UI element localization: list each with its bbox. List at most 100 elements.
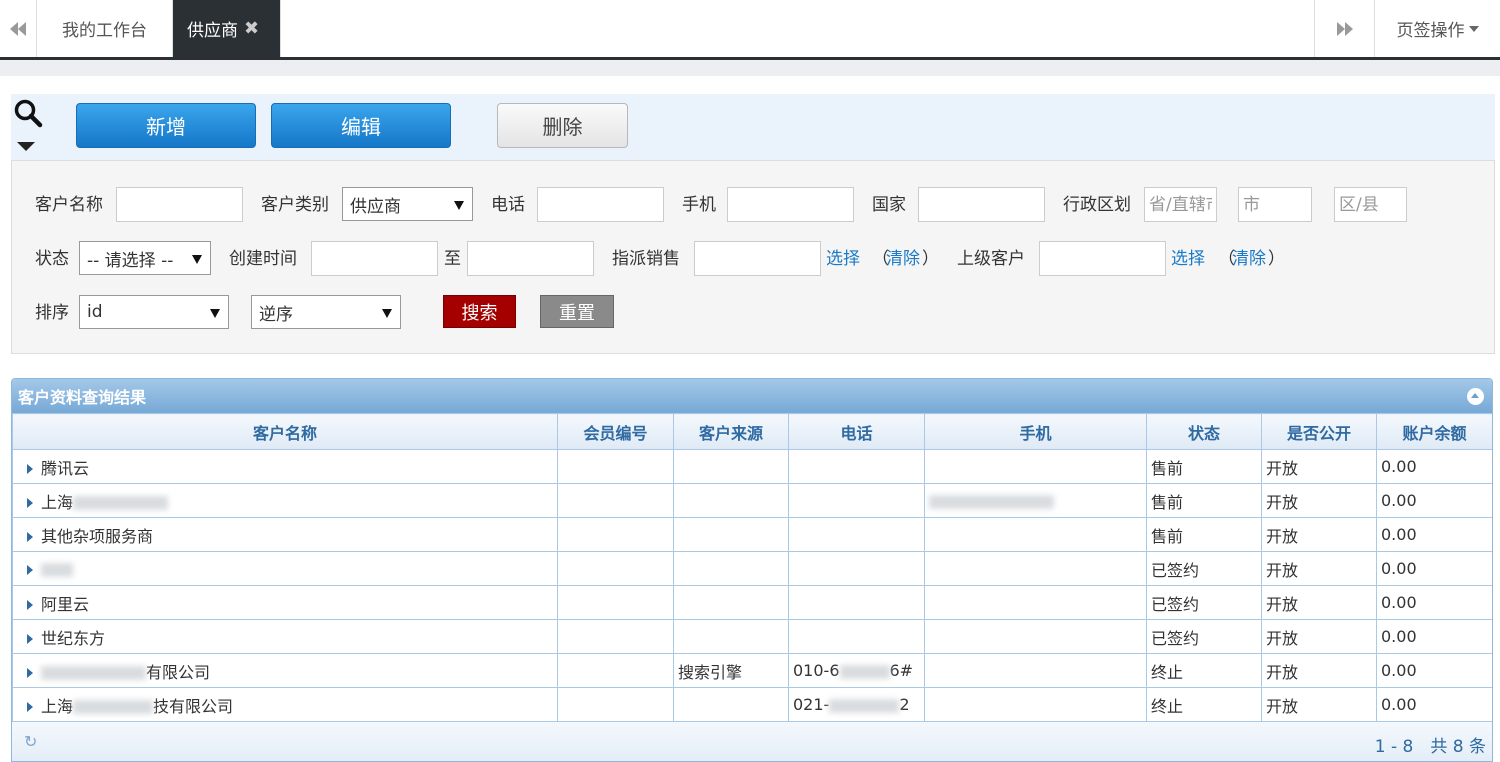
column-header[interactable]: 状态 [1146, 413, 1262, 450]
created-start-input[interactable] [311, 241, 438, 276]
phone-cell-tail: 6# [889, 661, 914, 680]
edit-button[interactable]: 编辑 [271, 103, 451, 148]
created-end-input[interactable] [467, 241, 594, 276]
column-header[interactable]: 是否公开 [1261, 413, 1377, 450]
caret-down-icon [382, 309, 392, 318]
column-header[interactable]: 电话 [788, 413, 925, 450]
phone-cell [788, 585, 925, 620]
member-cell [557, 483, 674, 518]
phone-cell [788, 619, 925, 654]
column-header[interactable]: 客户名称 [12, 413, 558, 450]
public-cell: 开放 [1261, 517, 1377, 552]
source-cell [673, 551, 789, 586]
expand-row-icon[interactable] [27, 702, 33, 712]
table-row[interactable]: 阿里云 已签约 开放 0.00 [12, 585, 1492, 620]
column-header[interactable]: 客户来源 [673, 413, 789, 450]
status-cell: 售前 [1146, 517, 1262, 552]
source-cell [673, 449, 789, 484]
search-icon[interactable] [13, 98, 43, 128]
expand-row-icon[interactable] [27, 668, 33, 678]
redacted-text [829, 698, 900, 713]
sort-order-value: 逆序 [259, 304, 293, 325]
table-row[interactable]: 腾讯云 售前 开放 0.00 [12, 449, 1492, 484]
add-button[interactable]: 新增 [76, 103, 256, 148]
customer-name-input[interactable] [116, 187, 243, 222]
mobile-input[interactable] [727, 187, 854, 222]
phone-cell [788, 449, 925, 484]
table-row[interactable]: 上海 售前 开放 0.00 [12, 483, 1492, 518]
status-select[interactable]: -- 请选择 -- [79, 241, 211, 275]
grid-title: 客户资料查询结果 [18, 388, 147, 407]
status-cell: 售前 [1146, 449, 1262, 484]
public-cell: 开放 [1261, 449, 1377, 484]
collapse-icon[interactable] [1467, 388, 1484, 405]
redacted-text [41, 562, 73, 577]
table-header-row: 客户名称 会员编号 客户来源 电话 手机 状态 是否公开 账户余额 [12, 413, 1492, 450]
clear-parent-link[interactable]: 清除 [1232, 249, 1266, 269]
expand-row-icon[interactable] [27, 532, 33, 542]
phone-input[interactable] [537, 187, 664, 222]
table-row[interactable]: 世纪东方 已签约 开放 0.00 [12, 619, 1492, 654]
balance-cell: 0.00 [1376, 653, 1492, 688]
sort-field-select[interactable]: id [79, 295, 229, 329]
column-header[interactable]: 账户余额 [1376, 413, 1492, 450]
scroll-tabs-left-button[interactable] [0, 0, 37, 57]
reset-button[interactable]: 重置 [540, 295, 614, 328]
source-cell [673, 619, 789, 654]
customer-type-select[interactable]: 供应商 [342, 187, 473, 221]
clear-sales-link[interactable]: 清除 [886, 249, 920, 269]
parent-customer-input[interactable] [1039, 241, 1166, 276]
city-input[interactable] [1238, 187, 1312, 222]
tab-label: 供应商 [187, 21, 238, 41]
expand-row-icon[interactable] [27, 464, 33, 474]
grid-footer: ↻ 1 - 8 共 8 条 [12, 721, 1492, 761]
toggle-search-panel-icon[interactable] [17, 142, 35, 151]
tab-workbench[interactable]: 我的工作台 [37, 0, 173, 57]
column-header[interactable]: 手机 [924, 413, 1147, 450]
status-cell: 已签约 [1146, 619, 1262, 654]
district-input[interactable] [1334, 187, 1407, 222]
close-icon[interactable]: ✖ [244, 18, 259, 39]
scroll-tabs-right-button[interactable] [1314, 0, 1375, 57]
member-cell [557, 449, 674, 484]
redacted-text [839, 664, 890, 679]
table-row[interactable]: 有限公司 搜索引擎 010-6 6# 终止 开放 0.00 [12, 653, 1492, 688]
delete-button[interactable]: 删除 [497, 103, 628, 148]
phone-cell: 010-6 [793, 661, 840, 680]
table-row[interactable]: 上海 技有限公司 021- 2 终止 开放 0.00 [12, 687, 1492, 722]
country-input[interactable] [918, 187, 1045, 222]
caret-down-icon [454, 201, 464, 210]
table-row[interactable]: 其他杂项服务商 售前 开放 0.00 [12, 517, 1492, 552]
public-cell: 开放 [1261, 687, 1377, 722]
customer-name-cell: 腾讯云 [41, 458, 90, 478]
refresh-icon[interactable]: ↻ [24, 734, 40, 750]
to-label: 至 [444, 249, 461, 269]
select-parent-link[interactable]: 选择 [1171, 249, 1205, 269]
assigned-sales-input[interactable] [694, 241, 821, 276]
sort-order-select[interactable]: 逆序 [251, 295, 401, 329]
expand-row-icon[interactable] [27, 634, 33, 644]
column-header[interactable]: 会员编号 [557, 413, 674, 450]
customer-name-cell: 上海 [41, 492, 74, 512]
select-sales-link[interactable]: 选择 [826, 249, 860, 269]
balance-cell: 0.00 [1376, 551, 1492, 586]
customer-name-cell: 阿里云 [41, 594, 90, 614]
paren-close: ） [922, 249, 939, 269]
expand-row-icon[interactable] [27, 564, 33, 575]
province-input[interactable] [1144, 187, 1217, 222]
table-row[interactable]: 已签约 开放 0.00 [12, 551, 1492, 586]
expand-row-icon[interactable] [27, 498, 33, 508]
status-cell: 终止 [1146, 653, 1262, 688]
mobile-cell [924, 517, 1147, 552]
customer-name-cell: 其他杂项服务商 [41, 526, 154, 546]
search-button[interactable]: 搜索 [443, 295, 516, 328]
status-cell: 已签约 [1146, 551, 1262, 586]
expand-row-icon[interactable] [27, 600, 33, 610]
sort-label: 排序 [35, 303, 69, 323]
public-cell: 开放 [1261, 653, 1377, 688]
page-ops-dropdown[interactable]: 页签操作 [1374, 0, 1500, 57]
phone-cell [788, 551, 925, 586]
member-cell [557, 653, 674, 688]
toolbar: 新增 编辑 删除 [11, 94, 1495, 160]
tab-supplier[interactable]: 供应商 ✖ [173, 0, 281, 57]
